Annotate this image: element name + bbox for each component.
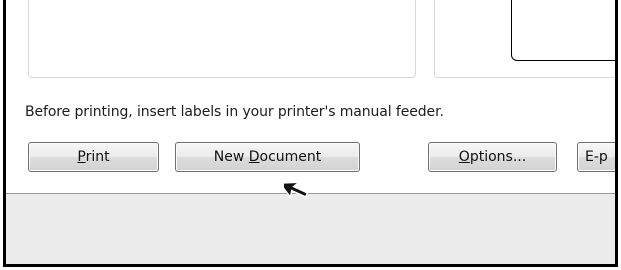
print-label-rest: rint — [85, 149, 110, 165]
new-document-button[interactable]: New Document — [175, 142, 360, 172]
new-document-label-rest: ocument — [259, 149, 322, 165]
new-document-label-pre: New — [213, 149, 249, 165]
feeder-instruction-text: Before printing, insert labels in your p… — [25, 104, 444, 120]
print-mnemonic: P — [77, 149, 86, 165]
options-button[interactable]: Options... — [428, 142, 557, 172]
label-options-panel — [434, 0, 615, 78]
new-document-mnemonic: D — [248, 149, 260, 165]
single-label-preview — [511, 0, 615, 61]
print-button[interactable]: Print — [28, 142, 159, 172]
mouse-pointer-icon — [284, 181, 309, 200]
options-label-rest: ptions... — [469, 149, 527, 165]
options-mnemonic: O — [458, 149, 470, 165]
e-postage-button[interactable]: E-p — [577, 142, 615, 172]
label-preview-panel — [28, 0, 416, 78]
dialog-window: Before printing, insert labels in your p… — [3, 0, 618, 267]
